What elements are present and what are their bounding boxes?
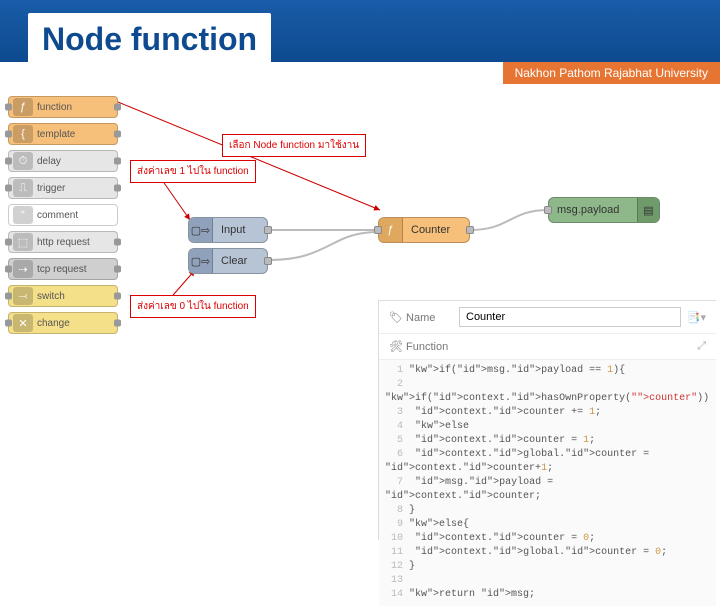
name-input[interactable] bbox=[459, 307, 681, 327]
node-label: Counter bbox=[403, 224, 458, 236]
expand-icon[interactable]: ⤢ bbox=[697, 340, 706, 353]
palette-node-change[interactable]: ✕change bbox=[8, 312, 118, 334]
title-bar: Node function bbox=[0, 0, 720, 62]
palette-node-http-request[interactable]: ⬚http request bbox=[8, 231, 118, 253]
callout-send-one: ส่งค่าเลข 1 ไปใน function bbox=[130, 160, 256, 183]
palette-node-trigger[interactable]: ⎍trigger bbox=[8, 177, 118, 199]
inject-icon: ▢⇨ bbox=[189, 249, 213, 273]
debug-icon: ▤ bbox=[637, 198, 659, 222]
callout-select-function: เลือก Node function มาใช้งาน bbox=[222, 134, 366, 157]
node-label: msg.payload bbox=[549, 204, 627, 216]
editor-function-row: 🛠 Function ⤢ bbox=[379, 334, 716, 360]
node-label: Input bbox=[213, 224, 253, 236]
bookmark-icon[interactable]: 📑▾ bbox=[687, 311, 706, 324]
palette-node-function[interactable]: ƒfunction bbox=[8, 96, 118, 118]
palette-node-switch[interactable]: ⤙switch bbox=[8, 285, 118, 307]
inject-icon: ▢⇨ bbox=[189, 218, 213, 242]
wrench-icon: 🛠 bbox=[389, 341, 403, 353]
palette-node-comment[interactable]: “comment bbox=[8, 204, 118, 226]
palette-node-tcp-request[interactable]: ⇢tcp request bbox=[8, 258, 118, 280]
node-label: Clear bbox=[213, 255, 255, 267]
node-function-counter[interactable]: ƒ Counter bbox=[378, 217, 470, 243]
function-editor-panel: 🏷 Name 📑▾ 🛠 Function ⤢ 1"kw">if("id">msg… bbox=[378, 300, 716, 540]
node-debug-payload[interactable]: msg.payload ▤ bbox=[548, 197, 660, 223]
page-title: Node function bbox=[28, 13, 271, 64]
flow-canvas[interactable]: ƒfunction {template ⏱delay ⎍trigger “comment… bbox=[0, 90, 720, 540]
callout-send-zero: ส่งค่าเลข 0 ไปใน function bbox=[130, 295, 256, 318]
editor-function-label: Function bbox=[406, 341, 448, 353]
header-strip: Nakhon Pathom Rajabhat University bbox=[0, 62, 720, 90]
palette-node-template[interactable]: {template bbox=[8, 123, 118, 145]
palette-node-delay[interactable]: ⏱delay bbox=[8, 150, 118, 172]
university-badge: Nakhon Pathom Rajabhat University bbox=[503, 62, 720, 84]
editor-name-label: Name bbox=[406, 312, 435, 324]
editor-name-row: 🏷 Name 📑▾ bbox=[379, 301, 716, 334]
code-editor[interactable]: 1"kw">if("id">msg."id">payload == 1){2 "… bbox=[379, 360, 716, 606]
function-icon: ƒ bbox=[379, 218, 403, 242]
node-inject-clear[interactable]: ▢⇨ Clear bbox=[188, 248, 268, 274]
node-palette: ƒfunction {template ⏱delay ⎍trigger “comment… bbox=[8, 96, 118, 339]
tag-icon: 🏷 bbox=[389, 312, 403, 324]
node-inject-input[interactable]: ▢⇨ Input bbox=[188, 217, 268, 243]
